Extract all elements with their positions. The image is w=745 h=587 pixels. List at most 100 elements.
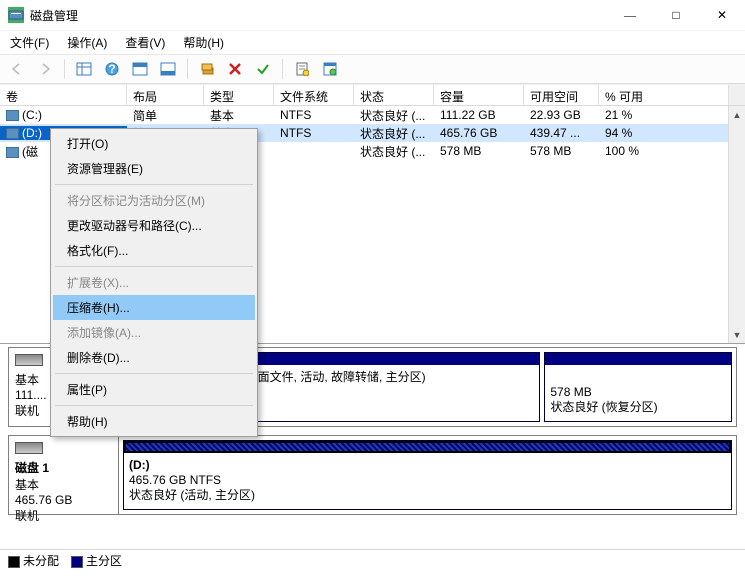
menu-item: 将分区标记为活动分区(M) [53,188,255,213]
partition-status: 状态良好 (活动, 主分区) [129,488,726,503]
scroll-up-icon[interactable]: ▲ [729,106,745,123]
col-status[interactable]: 状态 [354,85,434,105]
menu-item[interactable]: 资源管理器(E) [53,156,255,181]
disk-1-online: 联机 [15,507,112,524]
legend-primary-swatch [71,556,83,568]
volume-fs: NTFS [274,126,354,140]
menu-item[interactable]: 更改驱动器号和路径(C)... [53,213,255,238]
view-list-button[interactable] [73,58,95,80]
app-icon [8,7,24,23]
menu-separator [55,184,253,185]
menu-bar: 文件(F) 操作(A) 查看(V) 帮助(H) [0,30,745,54]
col-filesystem[interactable]: 文件系统 [274,85,354,105]
menu-item[interactable]: 格式化(F)... [53,238,255,263]
menu-item[interactable]: 属性(P) [53,377,255,402]
volume-fs: NTFS [274,108,354,122]
volume-status: 状态良好 (... [354,125,434,142]
volume-layout: 简单 [127,107,204,124]
partition-size: 465.76 GB NTFS [129,473,726,488]
col-capacity[interactable]: 容量 [434,85,524,105]
volume-table-header: 卷 布局 类型 文件系统 状态 容量 可用空间 % 可用 [0,84,745,106]
volume-free: 22.93 GB [524,108,599,122]
volume-name: (C:) [22,108,42,122]
col-free[interactable]: 可用空间 [524,85,599,105]
volume-pct: 94 % [599,126,659,140]
nav-forward-button[interactable] [34,58,56,80]
menu-view[interactable]: 查看(V) [121,32,169,53]
menu-item[interactable]: 删除卷(D)... [53,345,255,370]
disk-0-partition-recovery[interactable]: 578 MB 状态良好 (恢复分区) [544,352,732,422]
menu-item[interactable]: 打开(O) [53,131,255,156]
menu-separator [55,266,253,267]
vertical-scrollbar[interactable]: ▲ ▼ [728,106,745,343]
menu-item[interactable]: 帮助(H) [53,409,255,434]
volume-status: 状态良好 (... [354,143,434,160]
disk-icon [15,354,43,366]
disk-1-partitions: (D:) 465.76 GB NTFS 状态良好 (活动, 主分区) [119,436,736,514]
maximize-button[interactable]: □ [653,0,699,30]
close-button[interactable]: ✕ [699,0,745,30]
col-type[interactable]: 类型 [204,85,274,105]
header-scroll-gap [728,85,745,105]
disk-1-size: 465.76 GB [15,493,112,507]
scroll-down-icon[interactable]: ▼ [729,326,745,343]
col-volume[interactable]: 卷 [0,85,127,105]
menu-item[interactable]: 压缩卷(H)... [53,295,255,320]
volume-icon [6,110,19,121]
col-layout[interactable]: 布局 [127,85,204,105]
toolbar-separator [64,59,65,79]
partition-stripe [545,353,731,365]
panel-top-button[interactable] [129,58,151,80]
minimize-button[interactable]: — [607,0,653,30]
volume-icon [6,128,19,139]
nav-back-button[interactable] [6,58,28,80]
volume-name: (D:) [22,126,42,140]
col-pct[interactable]: % 可用 [599,85,659,105]
action-check-button[interactable] [252,58,274,80]
partition-status: 状态良好 (恢复分区) [550,400,726,415]
menu-action[interactable]: 操作(A) [63,32,111,53]
toolbar-separator [187,59,188,79]
action-settings-button[interactable] [319,58,341,80]
menu-file[interactable]: 文件(F) [6,32,53,53]
title-bar: 磁盘管理 — □ ✕ [0,0,745,30]
menu-item: 添加镜像(A)... [53,320,255,345]
legend: 未分配 主分区 [0,549,745,571]
context-menu: 打开(O)资源管理器(E) 将分区标记为活动分区(M)更改驱动器号和路径(C)..… [50,128,258,437]
legend-unallocated: 未分配 [8,552,59,569]
action-delete-button[interactable] [224,58,246,80]
volume-free: 578 MB [524,144,599,158]
disk-1-type: 基本 [15,476,112,493]
disk-row-1: 磁盘 1 基本 465.76 GB 联机 (D:) 465.76 GB NTFS… [8,435,737,515]
menu-separator [55,405,253,406]
window-controls: — □ ✕ [607,0,745,30]
volume-pct: 100 % [599,144,659,158]
volume-pct: 21 % [599,108,659,122]
toolbar: ? [0,54,745,84]
action-props-button[interactable] [291,58,313,80]
menu-separator [55,373,253,374]
legend-unalloc-swatch [8,556,20,568]
partition-size: 578 MB [550,385,726,400]
disk-1-title: 磁盘 1 [15,459,112,476]
volume-capacity: 578 MB [434,144,524,158]
menu-item: 扩展卷(X)... [53,270,255,295]
volume-capacity: 465.76 GB [434,126,524,140]
help-button[interactable]: ? [101,58,123,80]
action-rescan-button[interactable] [196,58,218,80]
disk-1-label[interactable]: 磁盘 1 基本 465.76 GB 联机 [9,436,119,514]
volume-free: 439.47 ... [524,126,599,140]
volume-icon [6,147,19,158]
partition-stripe-selected [124,441,731,453]
volume-status: 状态良好 (... [354,107,434,124]
toolbar-separator [282,59,283,79]
volume-capacity: 111.22 GB [434,108,524,122]
panel-bottom-button[interactable] [157,58,179,80]
svg-text:?: ? [108,62,115,76]
window-title: 磁盘管理 [30,7,607,24]
volume-type: 基本 [204,107,274,124]
volume-row[interactable]: (C:) 简单基本NTFS状态良好 (...111.22 GB22.93 GB21… [0,106,745,124]
disk-1-partition-d[interactable]: (D:) 465.76 GB NTFS 状态良好 (活动, 主分区) [123,440,732,510]
menu-help[interactable]: 帮助(H) [179,32,228,53]
volume-name: (磁 [22,145,38,159]
